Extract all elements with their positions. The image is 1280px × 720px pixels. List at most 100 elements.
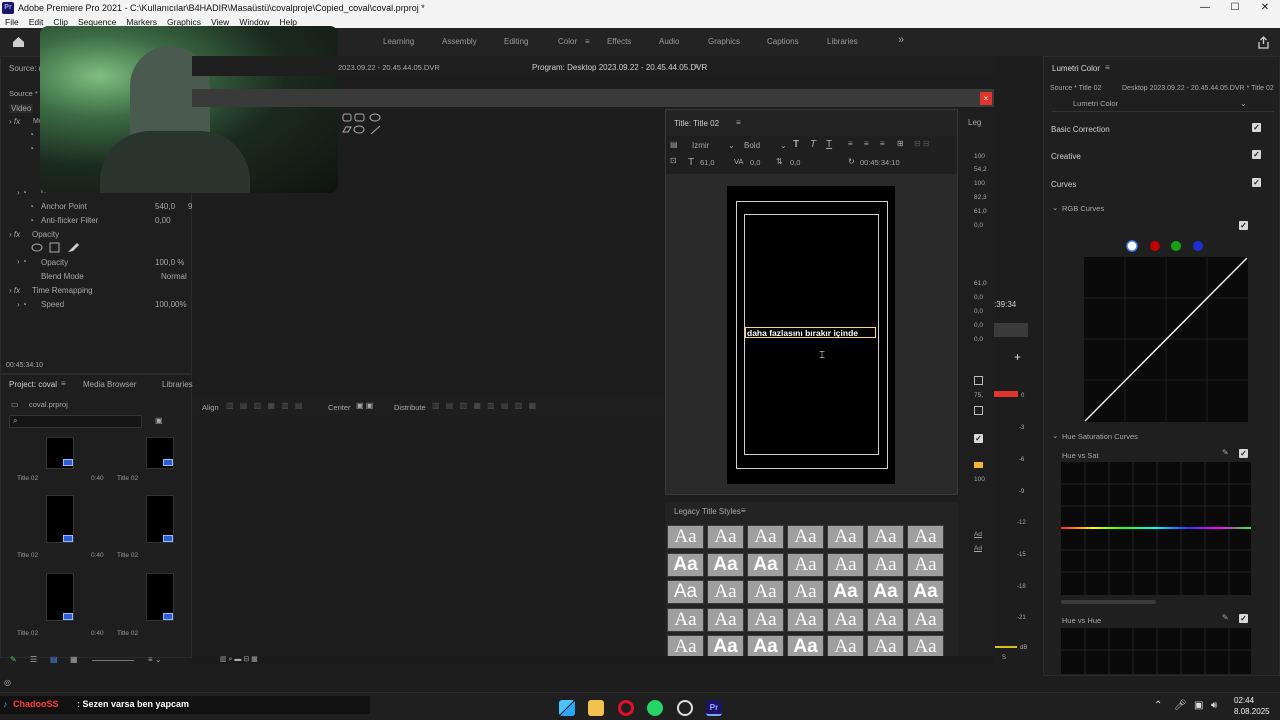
opacity-section-label[interactable]: Opacity <box>32 230 59 239</box>
hue-vs-hue-checkbox[interactable]: ✓ <box>1239 614 1248 623</box>
eyedropper-icon[interactable]: ✎ <box>1222 613 1229 622</box>
checkbox-icon[interactable] <box>974 376 983 385</box>
chevron-down-icon[interactable]: ⌄ <box>780 141 787 150</box>
minimize-button[interactable]: — <box>1190 0 1220 16</box>
tab-media-browser[interactable]: Media Browser <box>83 380 136 389</box>
title-style-swatch[interactable]: Aa <box>667 525 704 549</box>
tab-libraries[interactable]: Libraries <box>162 380 193 389</box>
font-style-select[interactable]: Bold <box>744 141 760 150</box>
section-curves[interactable]: Curves <box>1051 180 1076 189</box>
title-style-swatch[interactable]: Aa <box>747 525 784 549</box>
strip-value[interactable]: 0,0 <box>974 336 983 343</box>
workspace-effects[interactable]: Effects <box>607 37 631 46</box>
workspace-assembly[interactable]: Assembly <box>442 37 477 46</box>
title-style-swatch[interactable]: Aa <box>707 525 744 549</box>
anchor-point-y-value[interactable]: 9 <box>188 202 192 211</box>
title-style-swatch[interactable]: Aa <box>907 580 944 604</box>
time-remapping-label[interactable]: Time Remapping <box>32 286 93 295</box>
strip-value[interactable]: 100 <box>974 476 985 483</box>
tab-project[interactable]: Project: coval <box>9 380 57 389</box>
panel-menu-icon[interactable]: ≡ <box>1105 63 1110 72</box>
workspace-editing[interactable]: Editing <box>504 37 528 46</box>
panel-menu-icon[interactable]: ≡ <box>736 118 741 127</box>
title-style-swatch[interactable]: Aa <box>747 552 784 577</box>
title-style-swatch[interactable]: Aa <box>867 580 904 604</box>
tab-stops-icon[interactable]: ⊞ <box>897 139 904 148</box>
center-buttons[interactable]: ▣ ▣ <box>356 401 373 410</box>
title-style-swatch[interactable]: Aa <box>787 580 824 604</box>
add-button-icon[interactable]: + <box>1014 350 1021 364</box>
home-icon[interactable] <box>12 36 25 48</box>
title-style-swatch[interactable]: Aa <box>867 525 904 549</box>
lumetri-tab[interactable]: Lumetri Color <box>1052 64 1100 73</box>
strip-value[interactable]: 54,2 <box>974 166 987 173</box>
align-left-icon[interactable]: ≡ <box>848 139 853 148</box>
pencil-icon[interactable]: ✎ <box>10 655 17 664</box>
title-style-swatch[interactable]: Aa <box>867 607 904 632</box>
workspace-libraries[interactable]: Libraries <box>827 37 858 46</box>
network-icon[interactable]: ▣ <box>1194 700 1203 711</box>
title-style-swatch[interactable]: Aa <box>827 552 864 577</box>
chevron-down-icon[interactable]: ⌄ <box>728 141 735 150</box>
clock-date[interactable]: 8.08.2025 <box>1234 707 1270 716</box>
color-swatch[interactable] <box>974 462 983 468</box>
panel-menu-icon[interactable]: ≡ <box>61 379 66 388</box>
align-right-icon[interactable]: ≡ <box>880 139 885 148</box>
collapse-arrow-icon[interactable]: ⌄ <box>1052 203 1058 212</box>
lumetri-target-clip[interactable]: Desktop 2023.09.22 - 20.45.44.05.DVR * T… <box>1122 85 1274 92</box>
expand-arrow-icon[interactable]: › ◔ <box>17 300 27 309</box>
settings-icon[interactable] <box>677 700 693 716</box>
title-style-swatch[interactable]: Aa <box>707 552 744 577</box>
share-icon[interactable] <box>1257 36 1270 49</box>
menu-file[interactable]: File <box>0 17 24 27</box>
strip-value[interactable]: 100 <box>974 153 985 160</box>
panel-menu-icon[interactable]: ≡ <box>741 506 746 515</box>
workspace-color-menu-icon[interactable]: ≡ <box>585 37 590 46</box>
blend-mode-select[interactable]: Normal <box>161 272 187 281</box>
title-style-swatch[interactable]: Aa <box>787 525 824 549</box>
text-box[interactable]: daha fazlasını bırakır içinde <box>745 327 876 338</box>
freeform-view-icon[interactable]: ▦ <box>70 655 78 664</box>
basic-correction-checkbox[interactable]: ✓ <box>1252 123 1261 132</box>
strip-value[interactable]: Ad <box>974 531 982 538</box>
title-style-swatch[interactable]: Aa <box>827 607 864 632</box>
workspace-captions[interactable]: Captions <box>767 37 799 46</box>
file-explorer-icon[interactable] <box>588 700 604 716</box>
title-style-swatch[interactable]: Aa <box>667 607 704 632</box>
font-family-select[interactable]: Izmir <box>692 141 709 150</box>
whatsapp-icon[interactable] <box>647 700 663 716</box>
title-tab[interactable]: Title: Title 02 <box>674 119 719 128</box>
bold-icon[interactable]: T <box>793 139 799 150</box>
search-input[interactable] <box>9 415 142 428</box>
stopwatch-icon[interactable]: ◔ <box>29 130 34 139</box>
hue-vs-hue-graph[interactable] <box>1061 628 1251 674</box>
title-style-swatch[interactable]: Aa <box>827 580 864 604</box>
title-style-swatch[interactable]: Aa <box>907 525 944 549</box>
title-style-swatch[interactable]: Aa <box>827 525 864 549</box>
strip-value[interactable]: Ad <box>974 545 982 552</box>
align-center-icon[interactable]: ≡ <box>864 139 869 148</box>
checkbox-icon[interactable] <box>974 406 983 415</box>
expand-arrow-icon[interactable]: › ◔ <box>17 257 27 266</box>
stopwatch-icon[interactable]: ◔ <box>29 216 34 225</box>
title-style-swatch[interactable]: Aa <box>667 580 704 604</box>
dialog-close-icon[interactable]: × <box>980 92 992 105</box>
mini-scrubber[interactable] <box>994 323 1028 337</box>
strip-value[interactable]: 0,0 <box>974 308 983 315</box>
roll-crawl-icon[interactable]: ▤ <box>670 140 678 149</box>
title-style-swatch[interactable]: Aa <box>787 607 824 632</box>
speed-value[interactable]: 100,00% <box>155 300 187 309</box>
title-style-swatch[interactable]: Aa <box>707 580 744 604</box>
legacy-panel-tab[interactable]: Leg <box>968 118 981 127</box>
workspace-learning[interactable]: Learning <box>383 37 414 46</box>
align-buttons[interactable]: ▥ ▤ ▥ ▦ ▥ ▤ <box>226 401 304 410</box>
curve-channel-selector[interactable] <box>1126 240 1206 252</box>
anchor-point-x-value[interactable]: 540,0 <box>155 202 175 211</box>
show-background-icon[interactable]: ⊡ <box>670 156 677 165</box>
opacity-value[interactable]: 100,0 % <box>155 258 184 267</box>
volume-icon[interactable]: 🔊︎ <box>1211 700 1217 711</box>
section-basic-correction[interactable]: Basic Correction <box>1051 125 1110 134</box>
scrollbar[interactable] <box>1061 600 1156 604</box>
collapse-arrow-icon[interactable]: ⌄ <box>1052 431 1058 440</box>
title-timecode[interactable]: 00:45:34:10 <box>860 158 900 167</box>
